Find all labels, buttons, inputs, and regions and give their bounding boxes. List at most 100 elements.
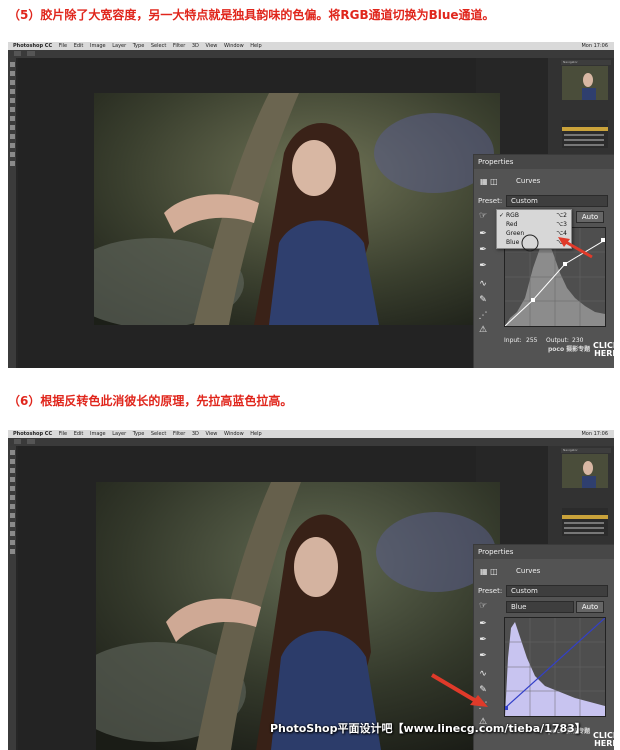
menu-help[interactable]: Help — [250, 431, 261, 437]
layer-row[interactable] — [564, 139, 604, 141]
menu-file[interactable]: File — [59, 43, 67, 49]
portrait-photo — [94, 93, 500, 325]
pen-tool-icon[interactable] — [9, 531, 15, 536]
curve-edit-icon[interactable]: ∿ — [478, 279, 488, 289]
input-value[interactable]: 255 — [526, 337, 537, 344]
black-point-eyedropper-icon[interactable]: ✒ — [478, 619, 488, 629]
menu-3d[interactable]: 3D — [192, 431, 199, 437]
preset-label: Preset: — [478, 587, 503, 595]
eyedropper-tool-icon[interactable] — [9, 98, 15, 103]
menu-edit[interactable]: Edit — [74, 431, 84, 437]
type-tool-icon[interactable] — [9, 540, 15, 545]
adjustment-title: Curves — [516, 177, 541, 185]
clock: Mon 17:06 — [581, 43, 608, 49]
menu-edit[interactable]: Edit — [74, 43, 84, 49]
option-button[interactable] — [14, 51, 22, 56]
layer-row[interactable] — [564, 522, 604, 524]
layer-row[interactable] — [564, 144, 604, 146]
crop-tool-icon[interactable] — [9, 89, 15, 94]
menu-select[interactable]: Select — [151, 43, 166, 49]
preset-dropdown[interactable]: Custom — [506, 585, 608, 597]
option-button[interactable] — [27, 439, 35, 444]
menu-view[interactable]: View — [206, 431, 218, 437]
brush-tool-icon[interactable] — [9, 107, 15, 112]
stamp-tool-icon[interactable] — [9, 116, 15, 121]
options-bar — [8, 438, 614, 446]
menu-filter[interactable]: Filter — [173, 431, 185, 437]
crop-tool-icon[interactable] — [9, 477, 15, 482]
hand-tool-icon[interactable] — [9, 161, 15, 166]
pencil-draw-icon[interactable]: ✎ — [478, 295, 488, 305]
selected-layer[interactable] — [562, 127, 608, 131]
option-button[interactable] — [27, 51, 35, 56]
menu-layer[interactable]: Layer — [112, 43, 126, 49]
eraser-tool-icon[interactable] — [9, 125, 15, 130]
auto-button[interactable]: Auto — [576, 601, 604, 613]
navigator-thumbnail[interactable] — [562, 66, 608, 100]
menu-file[interactable]: File — [59, 431, 67, 437]
tools-panel — [8, 446, 16, 750]
menu-window[interactable]: Window — [224, 431, 244, 437]
preset-label: Preset: — [478, 197, 503, 205]
layers-list[interactable] — [562, 120, 608, 148]
navigator-title: Navigator — [561, 60, 611, 65]
eraser-tool-icon[interactable] — [9, 513, 15, 518]
clipping-warning-icon[interactable]: ⚠ — [478, 325, 488, 335]
curve-graph[interactable] — [504, 617, 606, 717]
black-point-eyedropper-icon[interactable]: ✒ — [478, 229, 488, 239]
layer-row[interactable] — [564, 527, 604, 529]
menu-image[interactable]: Image — [90, 431, 106, 437]
white-point-eyedropper-icon[interactable]: ✒ — [478, 651, 488, 661]
channel-option-red[interactable]: Red ⌥3 — [497, 220, 571, 229]
selected-layer[interactable] — [562, 515, 608, 519]
menu-view[interactable]: View — [206, 43, 218, 49]
white-point-eyedropper-icon[interactable]: ✒ — [478, 261, 488, 271]
lasso-tool-icon[interactable] — [9, 80, 15, 85]
preset-dropdown[interactable]: Custom — [506, 195, 608, 207]
menu-filter[interactable]: Filter — [173, 43, 185, 49]
menu-3d[interactable]: 3D — [192, 43, 199, 49]
step6-caption: （6）根据反转色此消彼长的原理，先拉高蓝色拉高。 — [8, 394, 293, 408]
navigator-thumbnail[interactable] — [562, 454, 608, 488]
photoshop-screenshot-step6: Photoshop CC File Edit Image Layer Type … — [8, 430, 614, 750]
pen-tool-icon[interactable] — [9, 143, 15, 148]
menu-help[interactable]: Help — [250, 43, 261, 49]
menu-type[interactable]: Type — [133, 43, 144, 49]
lasso-tool-icon[interactable] — [9, 468, 15, 473]
menu-type[interactable]: Type — [133, 431, 144, 437]
on-image-adjust-icon[interactable]: ☞ — [478, 601, 488, 611]
channel-option-rgb[interactable]: ✓ RGB ⌥2 — [497, 211, 571, 220]
brush-tool-icon[interactable] — [9, 495, 15, 500]
gray-point-eyedropper-icon[interactable]: ✒ — [478, 245, 488, 255]
stamp-tool-icon[interactable] — [9, 504, 15, 509]
layers-list[interactable] — [562, 508, 608, 536]
move-tool-icon[interactable] — [9, 450, 15, 455]
gradient-tool-icon[interactable] — [9, 134, 15, 139]
layer-row[interactable] — [564, 532, 604, 534]
menu-layer[interactable]: Layer — [112, 431, 126, 437]
option-button[interactable] — [14, 439, 22, 444]
red-arrow-icon — [558, 237, 593, 259]
type-tool-icon[interactable] — [9, 152, 15, 157]
on-image-adjust-icon[interactable]: ☞ — [478, 211, 488, 221]
gray-point-eyedropper-icon[interactable]: ✒ — [478, 635, 488, 645]
hand-tool-icon[interactable] — [9, 549, 15, 554]
adjustment-title: Curves — [516, 567, 541, 575]
menubar: Photoshop CC File Edit Image Layer Type … — [8, 42, 614, 50]
marquee-tool-icon[interactable] — [9, 459, 15, 464]
smooth-icon[interactable]: ⋰ — [478, 311, 488, 321]
app-name: Photoshop CC — [13, 43, 53, 49]
layer-row[interactable] — [564, 134, 604, 136]
properties-title: Properties — [474, 155, 614, 169]
move-tool-icon[interactable] — [9, 62, 15, 67]
app-name: Photoshop CC — [13, 431, 53, 437]
menu-window[interactable]: Window — [224, 43, 244, 49]
gradient-tool-icon[interactable] — [9, 522, 15, 527]
menu-image[interactable]: Image — [90, 43, 106, 49]
channel-dropdown[interactable]: Blue — [506, 601, 574, 613]
menu-select[interactable]: Select — [151, 431, 166, 437]
marquee-tool-icon[interactable] — [9, 71, 15, 76]
eyedropper-tool-icon[interactable] — [9, 486, 15, 491]
output-value[interactable]: 230 — [572, 337, 583, 344]
auto-button[interactable]: Auto — [576, 211, 604, 223]
